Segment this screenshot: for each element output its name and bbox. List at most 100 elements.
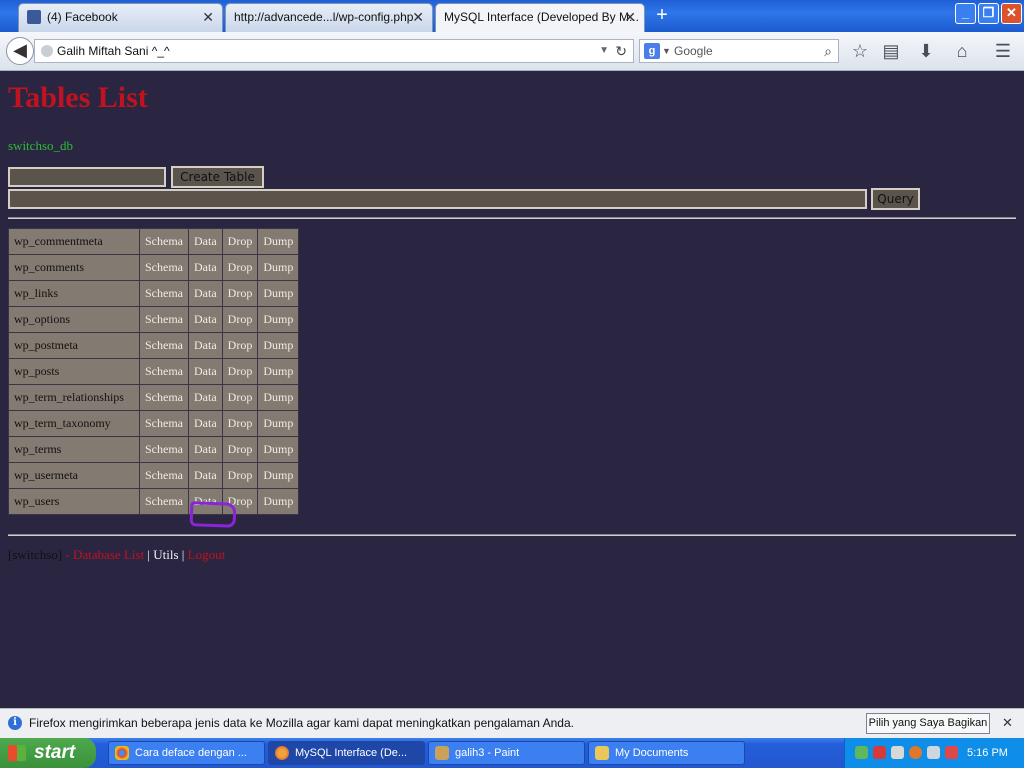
close-tab-icon[interactable]: ✕ <box>412 4 424 30</box>
close-window-button[interactable]: ✕ <box>1001 3 1022 24</box>
data-link[interactable]: Data <box>188 332 223 359</box>
maximize-button[interactable]: ❐ <box>978 3 999 24</box>
url-bar[interactable]: Galih Miftah Sani ^_^ ▼ ↻ <box>34 39 634 63</box>
engine-dropdown-icon[interactable]: ▼ <box>662 40 671 62</box>
table-name: wp_commentmeta <box>8 228 140 255</box>
logout-link[interactable]: Logout <box>188 547 226 562</box>
footer-nav: [switchso] - Database List | Utils | Log… <box>8 547 225 563</box>
data-link[interactable]: Data <box>188 254 223 281</box>
close-tab-icon[interactable]: ✕ <box>624 4 636 30</box>
schema-link[interactable]: Schema <box>139 358 189 385</box>
table-name: wp_comments <box>8 254 140 281</box>
data-link[interactable]: Data <box>188 228 223 255</box>
taskbar-item-label: MySQL Interface (De... <box>295 747 408 759</box>
schema-link[interactable]: Schema <box>139 254 189 281</box>
dump-link[interactable]: Dump <box>257 410 300 437</box>
security-icon[interactable] <box>873 746 886 759</box>
schema-link[interactable]: Schema <box>139 462 189 489</box>
back-button[interactable]: ◀ <box>6 37 34 65</box>
dump-link[interactable]: Dump <box>257 228 300 255</box>
divider <box>8 534 1016 536</box>
table-name: wp_links <box>8 280 140 307</box>
query-input[interactable] <box>8 189 867 209</box>
tab-label: MySQL Interface (Developed By M... <box>444 10 639 24</box>
schema-link[interactable]: Schema <box>139 306 189 333</box>
dump-link[interactable]: Dump <box>257 306 300 333</box>
schema-link[interactable]: Schema <box>139 332 189 359</box>
drop-link[interactable]: Drop <box>221 436 259 463</box>
search-icon[interactable]: ⌕ <box>824 40 832 62</box>
dump-link[interactable]: Dump <box>257 462 300 489</box>
data-link[interactable]: Data <box>188 462 223 489</box>
opera-icon[interactable] <box>909 746 922 759</box>
create-table-button[interactable]: Create Table <box>171 166 264 188</box>
dump-link[interactable]: Dump <box>257 436 300 463</box>
drop-link[interactable]: Drop <box>221 280 259 307</box>
search-bar[interactable]: g ▼ Google ⌕ <box>639 39 839 63</box>
drop-link[interactable]: Drop <box>221 306 259 333</box>
dump-link[interactable]: Dump <box>257 488 300 515</box>
taskbar-item[interactable]: galih3 - Paint <box>428 741 585 765</box>
data-link[interactable]: Data <box>188 410 223 437</box>
tray-app-icon[interactable] <box>927 746 940 759</box>
choose-share-button[interactable]: Pilih yang Saya Bagikan <box>866 713 990 734</box>
dump-link[interactable]: Dump <box>257 384 300 411</box>
drop-link[interactable]: Drop <box>221 358 259 385</box>
menu-icon[interactable]: ☰ <box>992 40 1014 62</box>
close-tab-icon[interactable]: ✕ <box>202 4 214 30</box>
notification-bar: i Firefox mengirimkan beberapa jenis dat… <box>0 708 1024 738</box>
start-button[interactable]: start <box>0 738 96 768</box>
reading-list-icon[interactable]: ▤ <box>880 40 902 62</box>
home-icon[interactable]: ⌂ <box>951 40 973 62</box>
schema-link[interactable]: Schema <box>139 280 189 307</box>
taskbar-item[interactable]: Cara deface dengan ... <box>108 741 265 765</box>
table-name-input[interactable] <box>8 167 166 187</box>
table-name: wp_terms <box>8 436 140 463</box>
schema-link[interactable]: Schema <box>139 228 189 255</box>
taskbar: start Cara deface dengan ... MySQL Inter… <box>0 738 1024 768</box>
drop-link[interactable]: Drop <box>221 462 259 489</box>
drop-link[interactable]: Drop <box>221 228 259 255</box>
navigation-bar: ◀ Galih Miftah Sani ^_^ ▼ ↻ g ▼ Google ⌕… <box>0 32 1024 71</box>
schema-link[interactable]: Schema <box>139 384 189 411</box>
tray-app-icon[interactable] <box>945 746 958 759</box>
data-link[interactable]: Data <box>188 436 223 463</box>
drop-link[interactable]: Drop <box>221 254 259 281</box>
history-dropdown-icon[interactable]: ▼ <box>599 40 609 62</box>
data-link[interactable]: Data <box>188 384 223 411</box>
google-icon[interactable]: g <box>644 43 660 59</box>
start-label: start <box>34 742 76 763</box>
dump-link[interactable]: Dump <box>257 332 300 359</box>
drop-link[interactable]: Drop <box>221 332 259 359</box>
dump-link[interactable]: Dump <box>257 254 300 281</box>
table-name: wp_users <box>8 488 140 515</box>
tab-wp-config[interactable]: http://advancede...l/wp-config.php ✕ <box>225 3 433 32</box>
reload-icon[interactable]: ↻ <box>615 40 627 62</box>
bookmark-star-icon[interactable]: ☆ <box>849 40 871 62</box>
database-list-link[interactable]: Database List <box>73 547 144 562</box>
schema-link[interactable]: Schema <box>139 488 189 515</box>
table-row: wp_postmeta Schema Data Drop Dump <box>8 332 300 359</box>
tab-mysql-interface[interactable]: MySQL Interface (Developed By M... ✕ <box>435 3 645 32</box>
drop-link[interactable]: Drop <box>221 410 259 437</box>
data-link[interactable]: Data <box>188 306 223 333</box>
new-tab-button[interactable]: + <box>650 4 674 28</box>
query-button[interactable]: Query <box>871 188 920 210</box>
tab-facebook[interactable]: (4) Facebook ✕ <box>18 3 223 32</box>
schema-link[interactable]: Schema <box>139 436 189 463</box>
tray-app-icon[interactable] <box>891 746 904 759</box>
download-icon[interactable]: ⬇ <box>915 40 937 62</box>
taskbar-item[interactable]: My Documents <box>588 741 745 765</box>
drop-link[interactable]: Drop <box>221 384 259 411</box>
data-link[interactable]: Data <box>188 280 223 307</box>
dump-link[interactable]: Dump <box>257 280 300 307</box>
utils-link[interactable]: Utils <box>153 547 178 562</box>
data-link[interactable]: Data <box>188 358 223 385</box>
minimize-button[interactable]: _ <box>955 3 976 24</box>
network-icon[interactable] <box>855 746 868 759</box>
search-placeholder: Google <box>674 44 713 58</box>
taskbar-item[interactable]: MySQL Interface (De... <box>268 741 425 765</box>
dump-link[interactable]: Dump <box>257 358 300 385</box>
close-notification-icon[interactable]: ✕ <box>1002 709 1013 737</box>
schema-link[interactable]: Schema <box>139 410 189 437</box>
